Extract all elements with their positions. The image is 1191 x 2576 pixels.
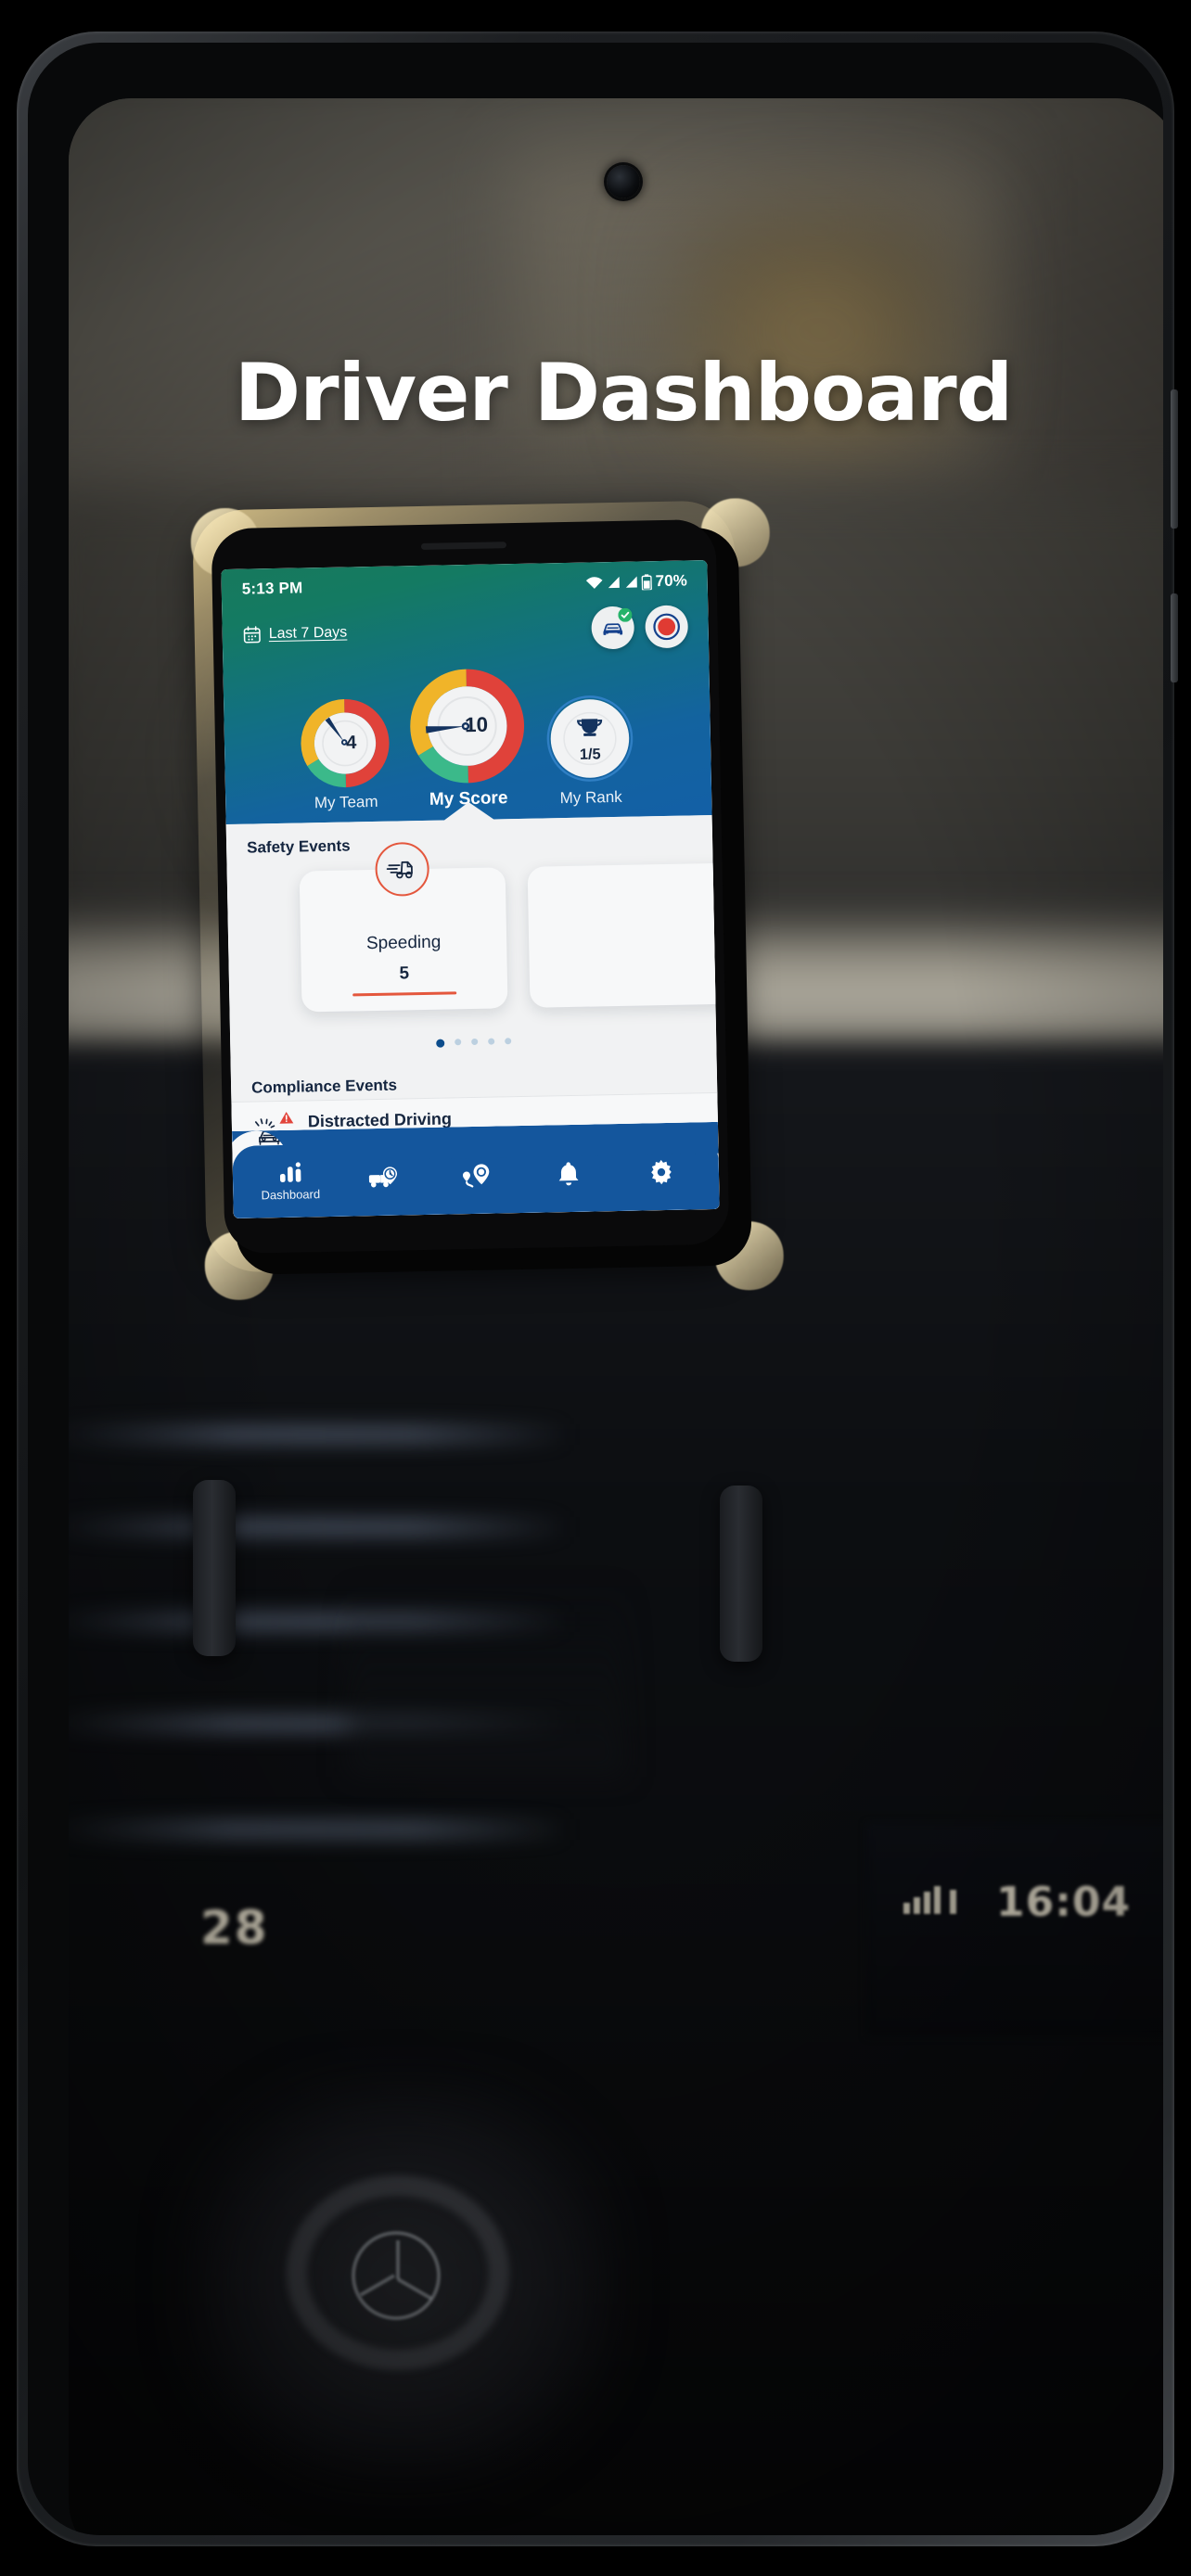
header-notch: [442, 801, 495, 822]
date-filter-row: Last 7 Days: [222, 605, 709, 657]
vehicle-status-button[interactable]: [591, 606, 635, 650]
route-pin-icon: [461, 1163, 492, 1190]
driver-dashboard-app: 5:13 PM 70% Last 7 Days 4 My Team 10 My …: [221, 560, 720, 1218]
compliance-events-title: Compliance Events: [250, 1076, 398, 1097]
date-filter-label: Last 7 Days: [268, 624, 348, 643]
gauge-my-rank[interactable]: 1/5 My Rank: [544, 694, 635, 809]
nav-alerts[interactable]: [527, 1160, 611, 1192]
battery-percentage: 70%: [655, 571, 687, 591]
status-bar: 5:13 PM 70%: [222, 567, 708, 603]
battery-icon: [641, 573, 652, 590]
truck-clock-icon: [367, 1165, 400, 1192]
volume-button[interactable]: [1171, 389, 1178, 529]
bell-icon: [557, 1161, 582, 1187]
front-camera: [607, 165, 640, 198]
gear-icon: [648, 1159, 675, 1186]
card-underline: [352, 991, 457, 997]
nav-dashboard[interactable]: Dashboard: [249, 1160, 333, 1202]
phone-screen: 5:13 PM 70% Last 7 Days 4 My Team 10 My …: [221, 560, 720, 1218]
gauge-my-score[interactable]: 10 My Score: [409, 668, 527, 810]
pager-dot[interactable]: [487, 1038, 494, 1045]
record-icon: [650, 611, 683, 644]
safety-events-carousel[interactable]: Speeding 5: [227, 841, 720, 1030]
nav-vehicle[interactable]: [341, 1164, 426, 1195]
header-actions: [591, 605, 689, 650]
warning-triangle-icon: [279, 1110, 294, 1124]
gauge-value: 4: [346, 733, 357, 753]
app-header: 5:13 PM 70% Last 7 Days 4 My Team 10 My …: [221, 560, 712, 825]
record-button[interactable]: [645, 605, 689, 649]
date-filter-button[interactable]: Last 7 Days: [243, 624, 348, 644]
check-badge-icon: [618, 607, 633, 622]
nav-trips[interactable]: [434, 1162, 519, 1193]
nav-settings[interactable]: [620, 1158, 704, 1190]
safety-event-card[interactable]: Speeding 5: [299, 841, 508, 1013]
pager-dot[interactable]: [435, 1039, 444, 1048]
outer-device-screen: 16:04 28 Driver Dashboard: [69, 98, 1163, 2535]
power-button[interactable]: [1171, 593, 1178, 682]
nav-label: Dashboard: [261, 1186, 321, 1202]
gauges-row: 4 My Team 10 My Score 1/5 My Rank: [223, 657, 711, 814]
page-title: Driver Dashboard: [234, 347, 1014, 440]
wifi-icon: [585, 575, 604, 590]
pager-dot[interactable]: [470, 1038, 478, 1046]
gauge-label: My Rank: [559, 787, 622, 808]
phone-mount-arm-right: [720, 1486, 762, 1662]
speeding-truck-icon: [375, 841, 430, 897]
card-value: 5: [399, 963, 410, 984]
status-clock: 5:13 PM: [241, 579, 303, 598]
gauge-label: My Team: [314, 792, 378, 812]
phone-mount-base: [347, 1582, 625, 1777]
gauge-my-team[interactable]: 4 My Team: [300, 698, 391, 813]
pager-dot[interactable]: [504, 1038, 511, 1045]
gauge-value: 1/5: [580, 746, 601, 762]
bottom-navigation: Dashboard: [232, 1121, 720, 1218]
signal-icon: [607, 575, 621, 590]
signal-icon: [624, 574, 639, 589]
calendar-icon: [243, 625, 262, 644]
bar-chart-icon: [278, 1161, 302, 1183]
pager-dot[interactable]: [454, 1039, 461, 1046]
background-photo: 16:04 28: [69, 98, 1163, 2535]
phone-mount-arm-left: [193, 1480, 236, 1656]
phone-frame: 5:13 PM 70% Last 7 Days 4 My Team 10 My …: [211, 518, 730, 1255]
safety-event-card[interactable]: [527, 862, 720, 1008]
outer-device-mockup: 16:04 28 Driver Dashboard: [0, 0, 1191, 2576]
card-title: Speeding: [365, 932, 442, 954]
phone-earpiece: [420, 542, 507, 550]
outer-device-bezel: 16:04 28 Driver Dashboard: [28, 43, 1163, 2535]
mounted-phone: 5:13 PM 70% Last 7 Days 4 My Team 10 My …: [190, 497, 785, 1301]
status-icons: 70%: [585, 571, 687, 592]
